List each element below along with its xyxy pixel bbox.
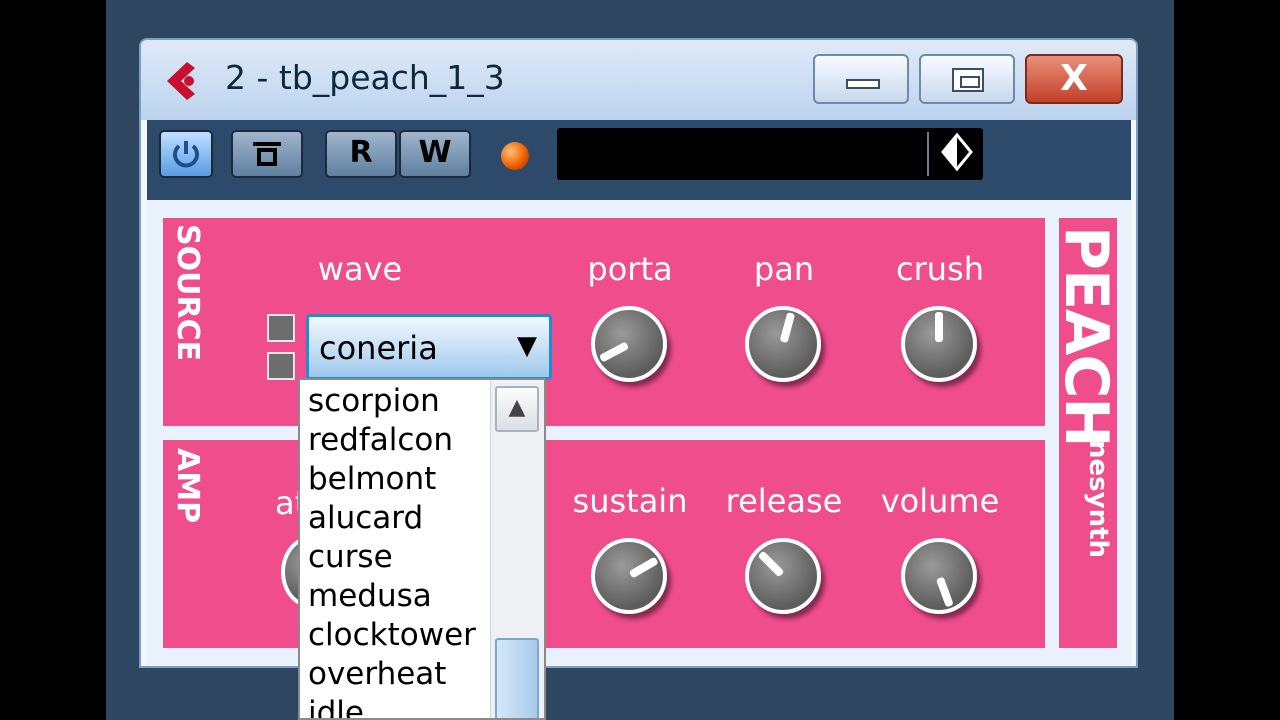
list-item[interactable]: belmont [308, 460, 436, 498]
volume-knob[interactable] [901, 538, 977, 614]
scroll-thumb[interactable] [495, 638, 539, 718]
scroll-up-arrow-icon[interactable]: ▲ [495, 386, 539, 432]
list-item[interactable]: clocktower [308, 616, 476, 654]
list-item[interactable]: scorpion [308, 382, 440, 420]
crush-knob[interactable] [901, 306, 977, 382]
knob-pointer [935, 312, 943, 348]
list-item[interactable]: overheat [308, 655, 446, 693]
restore-icon [952, 68, 984, 92]
read-automation-button[interactable]: R [325, 130, 397, 178]
wave-step-up-button[interactable] [267, 314, 295, 342]
knob-pointer [624, 339, 635, 350]
close-icon: X [1060, 58, 1088, 99]
list-item[interactable]: redfalcon [308, 421, 453, 459]
cubase-logo-icon [167, 62, 195, 100]
plugin-toolbar: R W [147, 120, 1131, 200]
brand-subtitle: nesynth [1083, 440, 1113, 559]
sustain-knob[interactable] [591, 538, 667, 614]
knob-pointer [777, 570, 788, 581]
source-section: SOURCE wave coneria ▼ porta pan crush [163, 218, 1045, 426]
pan-knob[interactable] [745, 306, 821, 382]
release-label: release [725, 482, 843, 520]
brand-strip: PEACH nesynth [1051, 218, 1121, 648]
list-item[interactable]: idle [308, 694, 364, 718]
list-item[interactable]: medusa [308, 577, 432, 615]
chevron-down-icon: ▼ [517, 331, 537, 361]
wave-dropdown-list[interactable]: scorpion redfalcon belmont alucard curse… [298, 378, 546, 720]
amp-section: AMP at sustain release volume [163, 440, 1045, 648]
list-scrollbar[interactable]: ▲ [490, 380, 544, 718]
window-title: 2 - tb_peach_1_3 [225, 58, 505, 97]
list-item[interactable]: alucard [308, 499, 423, 537]
bypass-button[interactable] [231, 130, 303, 178]
plugin-window: 2 - tb_peach_1_3 X R W SOURCE wave coner… [139, 38, 1138, 668]
knob-pointer [778, 339, 788, 349]
write-automation-button[interactable]: W [399, 130, 471, 178]
power-icon [173, 141, 199, 168]
volume-label: volume [880, 482, 1000, 520]
brand-name: PEACH [1051, 226, 1121, 447]
wave-select[interactable]: coneria ▼ [306, 314, 552, 380]
maximize-button[interactable] [919, 54, 1015, 104]
knob-pointer [624, 571, 635, 582]
activity-led [501, 142, 529, 170]
minimize-icon [846, 79, 880, 89]
bypass-icon [253, 142, 281, 166]
power-button[interactable] [159, 130, 213, 178]
preset-divider [927, 132, 929, 176]
plugin-panel: SOURCE wave coneria ▼ porta pan crush AM… [147, 200, 1131, 666]
pan-label: pan [753, 250, 815, 288]
close-button[interactable]: X [1025, 54, 1123, 104]
release-knob[interactable] [745, 538, 821, 614]
minimize-button[interactable] [813, 54, 909, 104]
preset-diamond-icon[interactable] [935, 132, 979, 176]
wave-label: wave [317, 250, 403, 288]
wave-selected-value: coneria [319, 329, 438, 367]
crush-label: crush [896, 250, 984, 288]
preset-display[interactable] [557, 128, 983, 180]
list-item[interactable]: curse [308, 538, 393, 576]
porta-label: porta [587, 250, 673, 288]
source-section-label: SOURCE [170, 224, 205, 362]
knob-pointer [934, 571, 944, 581]
porta-knob[interactable] [591, 306, 667, 382]
wave-step-down-button[interactable] [267, 352, 295, 380]
amp-section-label: AMP [170, 448, 205, 524]
sustain-label: sustain [572, 482, 688, 520]
title-bar[interactable]: 2 - tb_peach_1_3 X [141, 40, 1136, 120]
